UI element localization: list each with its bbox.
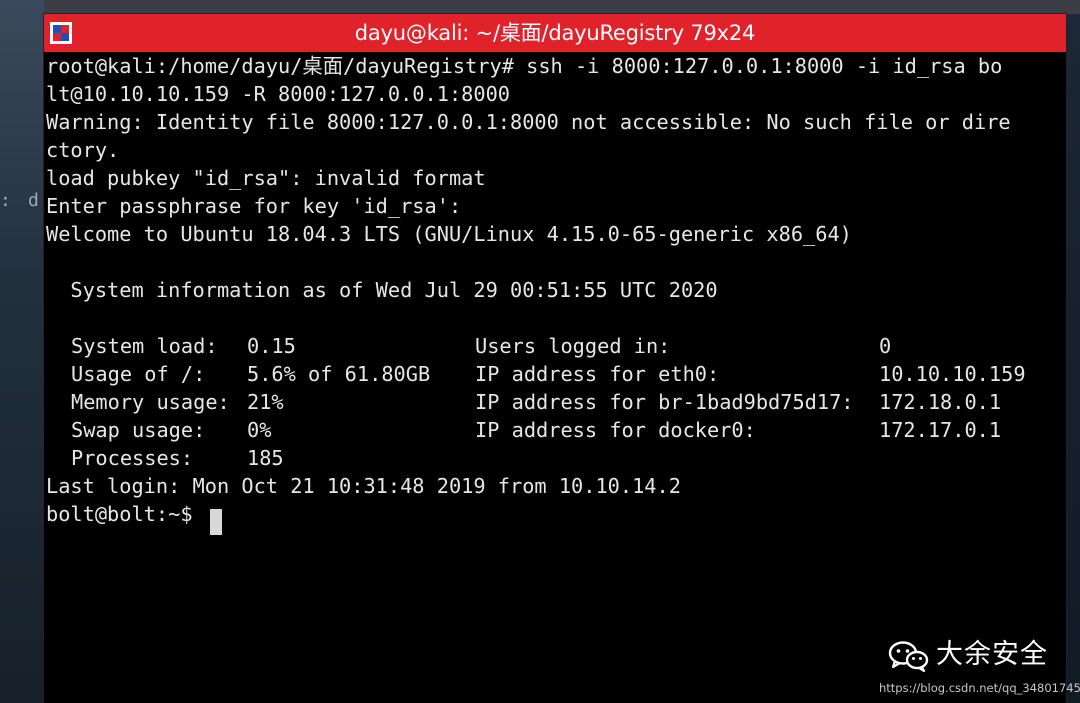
terminal-line: ctory.: [46, 138, 120, 162]
terminal-output[interactable]: root@kali:/home/dayu/桌面/dayuRegistry# ss…: [44, 52, 1066, 703]
sysinfo-value: 0.15: [247, 334, 296, 358]
sysinfo-label: Memory usage:: [71, 390, 230, 414]
sysinfo-label: IP address for docker0:: [475, 418, 756, 442]
sysinfo-label: Processes:: [71, 446, 194, 470]
shell-prompt[interactable]: bolt@bolt:~$: [46, 500, 193, 528]
terminal-line: Enter passphrase for key 'id_rsa':: [46, 194, 462, 218]
sysinfo-label: System load:: [71, 334, 218, 358]
sysinfo-value: 0%: [247, 418, 272, 442]
window-title: dayu@kali: ~/桌面/dayuRegistry 79x24: [354, 21, 756, 45]
watermark-url: https://blog.csdn.net/qq_34801745: [879, 681, 1080, 695]
last-login-line: Last login: Mon Oct 21 10:31:48 2019 fro…: [46, 474, 681, 498]
sysinfo-value: 0: [879, 334, 892, 358]
wechat-icon: [888, 641, 929, 672]
sysinfo-label: Users logged in:: [475, 334, 671, 358]
desktop-left-strip: [0, 0, 44, 703]
desktop-top-strip: [44, 0, 1080, 14]
terminal-line: root@kali:/home/dayu/桌面/dayuRegistry# ss…: [46, 54, 1003, 78]
terminal-line: Warning: Identity file 8000:127.0.0.1:80…: [46, 110, 1011, 134]
sysinfo-value: 185: [247, 446, 284, 470]
sysinfo-label: Swap usage:: [71, 418, 206, 442]
terminal-cursor[interactable]: [210, 509, 222, 535]
terminal-window[interactable]: dayu@kali: ~/桌面/dayuRegistry 79x24 root@…: [44, 14, 1066, 703]
sysinfo-value: 10.10.10.159: [879, 362, 1026, 386]
sysinfo-value: 21%: [247, 390, 284, 414]
sysinfo-label: Usage of /:: [71, 362, 206, 386]
sysinfo-value: 172.18.0.1: [879, 390, 1002, 414]
desktop-partial-text-a: :: [0, 190, 11, 211]
sysinfo-label: IP address for br-1bad9bd75d17:: [475, 390, 854, 414]
terminal-line: Welcome to Ubuntu 18.04.3 LTS (GNU/Linux…: [46, 222, 852, 246]
watermark-name: 大余安全: [936, 639, 1048, 670]
desktop: : d dayu@kali: ~/桌面/dayuRegistry 79x24 r…: [0, 0, 1080, 703]
sysinfo-value: 172.17.0.1: [879, 418, 1002, 442]
terminal-line: lt@10.10.10.159 -R 8000:127.0.0.1:8000: [46, 82, 510, 106]
window-titlebar[interactable]: dayu@kali: ~/桌面/dayuRegistry 79x24: [44, 14, 1066, 52]
terminal-line: load pubkey "id_rsa": invalid format: [46, 166, 486, 190]
sysinfo-label: IP address for eth0:: [475, 362, 720, 386]
terminal-line: System information as of Wed Jul 29 00:5…: [46, 278, 718, 302]
desktop-partial-text-b: d: [28, 190, 39, 211]
sysinfo-value: 5.6% of 61.80GB: [247, 362, 431, 386]
